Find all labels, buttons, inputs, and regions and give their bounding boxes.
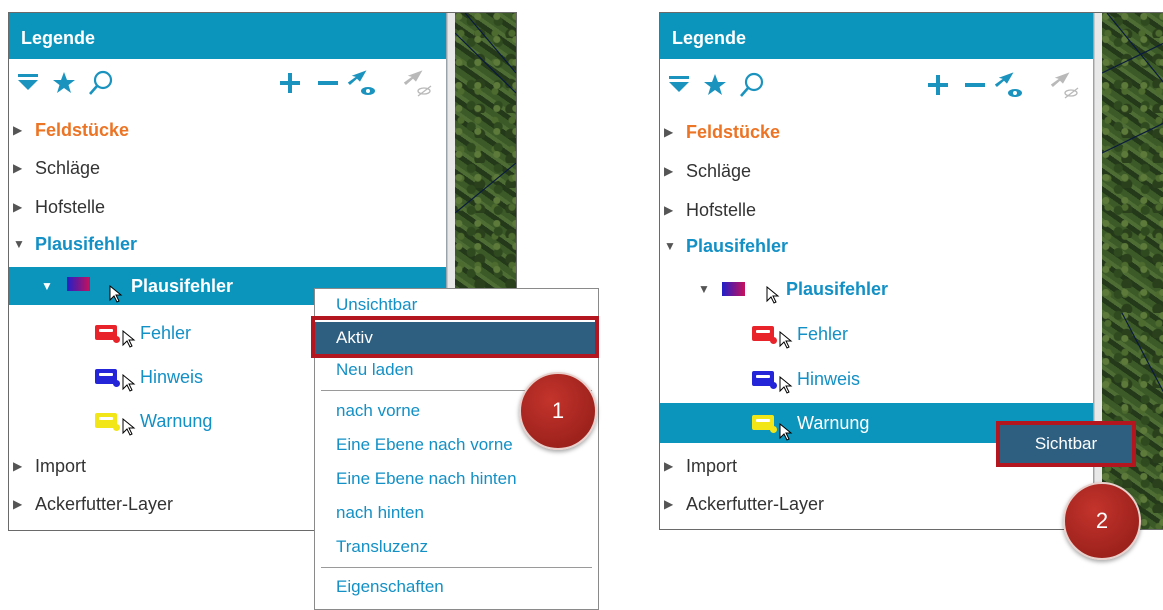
tree-item-label: Fehler (797, 324, 849, 344)
expand-arrow-icon[interactable]: ▶ (664, 154, 673, 188)
expand-arrow-icon[interactable]: ▶ (13, 449, 22, 483)
warnung-symbol-icon (752, 415, 777, 433)
tree-item-label: Warnung (797, 413, 870, 433)
tree-item-label: Hinweis (797, 369, 861, 389)
search-icon[interactable] (87, 69, 115, 97)
expand-arrow-icon[interactable]: ▶ (664, 487, 673, 521)
legend-toolbar (660, 71, 1093, 107)
star-icon[interactable] (702, 73, 728, 97)
highlight-box-sichtbar (996, 421, 1136, 467)
tree-item-schlaege[interactable]: ▶ Schläge (660, 154, 1093, 188)
search-icon[interactable] (738, 71, 766, 99)
expand-arrow-icon[interactable]: ▶ (664, 449, 673, 483)
collapse-arrow-icon[interactable]: ▼ (41, 267, 53, 305)
cursor-icon (109, 278, 123, 316)
minus-icon[interactable] (316, 71, 340, 95)
star-icon[interactable] (51, 71, 77, 95)
tree-item-label: Plausifehler (131, 276, 234, 296)
menu-item-transluzenz[interactable]: Transluzenz (315, 531, 598, 563)
legend-toolbar (9, 69, 446, 105)
legend-header: Legende (9, 13, 446, 59)
cursor-icon (766, 281, 780, 315)
hinweis-symbol-icon (752, 371, 777, 389)
tree-item-feldstuecke[interactable]: ▶ Feldstücke (9, 113, 446, 147)
expand-arrow-icon[interactable]: ▶ (664, 193, 673, 227)
tree-item-schlaege[interactable]: ▶ Schläge (9, 151, 446, 185)
tree-item-label: Hinweis (140, 367, 204, 387)
tree-item-fehler[interactable]: Fehler (660, 317, 1093, 351)
tree-item-label: Ackerfutter-Layer (686, 494, 825, 514)
fehler-symbol-icon (752, 326, 777, 344)
hinweis-symbol-icon (95, 369, 120, 387)
plus-icon[interactable] (926, 73, 950, 97)
collapse-arrow-icon[interactable]: ▼ (13, 227, 25, 261)
invisible-cursor-icon[interactable] (404, 65, 434, 97)
highlight-box-aktiv (311, 316, 599, 358)
tree-item-label: Import (686, 456, 738, 476)
step-badge-1: 1 (519, 372, 597, 450)
collapse-arrow-icon[interactable]: ▼ (664, 229, 676, 263)
minus-icon[interactable] (963, 73, 987, 97)
tree-item-label: Plausifehler (786, 279, 889, 299)
tree-item-label: Feldstücke (35, 120, 130, 140)
tree-item-label: Import (35, 456, 87, 476)
visible-cursor-icon[interactable] (995, 67, 1025, 99)
tree-item-label: Schläge (686, 161, 752, 181)
cursor-icon (122, 369, 136, 403)
cursor-icon (122, 325, 136, 359)
filter-icon[interactable] (17, 71, 39, 93)
tree-item-label: Plausifehler (35, 234, 138, 254)
visible-cursor-icon[interactable] (348, 65, 378, 97)
cursor-icon (779, 371, 793, 405)
expand-arrow-icon[interactable]: ▶ (13, 487, 22, 521)
tree-item-hofstelle[interactable]: ▶ Hofstelle (660, 193, 1093, 227)
gradient-symbol-icon (67, 277, 90, 291)
tree-item-plausifehler-layer[interactable]: ▼ Plausifehler (660, 272, 1093, 306)
tree-item-label: Fehler (140, 323, 192, 343)
tree-item-label: Ackerfutter-Layer (35, 494, 174, 514)
tree-item-label: Schläge (35, 158, 101, 178)
gradient-symbol-icon (722, 282, 745, 296)
tree-item-label: Warnung (140, 411, 213, 431)
tree-item-plausifehler-group[interactable]: ▼ Plausifehler (660, 229, 1093, 263)
cursor-icon (779, 326, 793, 360)
tree-item-hinweis[interactable]: Hinweis (660, 362, 1093, 396)
invisible-cursor-icon[interactable] (1051, 67, 1081, 99)
menu-item-ebene-nach-hinten[interactable]: Eine Ebene nach hinten (315, 463, 598, 495)
menu-separator (321, 567, 592, 568)
cursor-icon (122, 413, 136, 447)
expand-arrow-icon[interactable]: ▶ (13, 190, 22, 224)
tree-item-feldstuecke[interactable]: ▶ Feldstücke (660, 115, 1093, 149)
tree-item-label: Hofstelle (686, 200, 757, 220)
step-badge-2: 2 (1063, 482, 1141, 560)
filter-icon[interactable] (668, 73, 690, 95)
tree-item-label: Feldstücke (686, 122, 781, 142)
tree-item-plausifehler-group[interactable]: ▼ Plausifehler (9, 227, 446, 261)
warnung-symbol-icon (95, 413, 120, 431)
plus-icon[interactable] (278, 71, 302, 95)
tree-item-hofstelle[interactable]: ▶ Hofstelle (9, 190, 446, 224)
collapse-arrow-icon[interactable]: ▼ (698, 272, 710, 306)
tree-item-ackerfutter[interactable]: ▶ Ackerfutter-Layer (660, 487, 1093, 521)
menu-item-nach-hinten[interactable]: nach hinten (315, 497, 598, 529)
expand-arrow-icon[interactable]: ▶ (13, 113, 22, 147)
expand-arrow-icon[interactable]: ▶ (13, 151, 22, 185)
expand-arrow-icon[interactable]: ▶ (664, 115, 673, 149)
tree-item-label: Hofstelle (35, 197, 106, 217)
legend-header: Legende (660, 13, 1093, 59)
tree-item-label: Plausifehler (686, 236, 789, 256)
fehler-symbol-icon (95, 325, 120, 343)
menu-item-eigenschaften[interactable]: Eigenschaften (315, 571, 598, 603)
